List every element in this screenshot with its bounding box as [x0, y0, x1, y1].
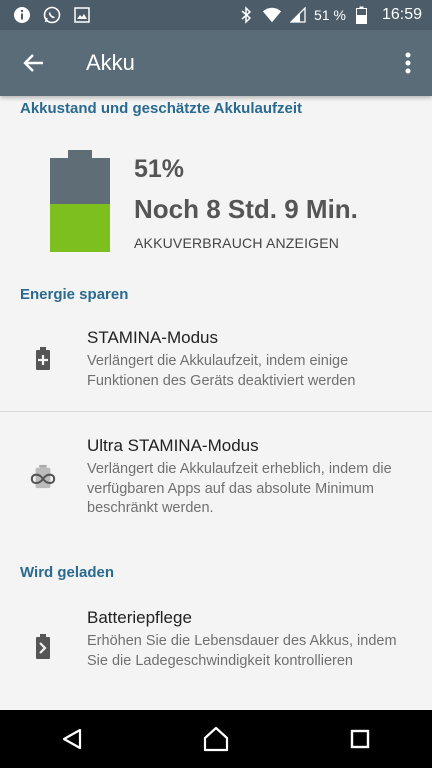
app-bar: Akku [0, 30, 432, 96]
battery-care-icon [30, 634, 56, 660]
battery-care-summary: Erhöhen Sie die Lebensdauer des Akkus, i… [87, 633, 397, 669]
clock: 16:59 [381, 6, 422, 23]
stamina-mode-title: STAMINA-Modus [87, 328, 218, 347]
back-button[interactable] [0, 30, 68, 96]
battery-section-header: Akkustand und geschätzte Akkulaufzeit [20, 100, 302, 117]
nav-home-icon [203, 726, 229, 752]
battery-remaining-time: Noch 8 Std. 9 Min. [134, 194, 358, 224]
page-title: Akku [86, 50, 135, 75]
signal-icon [288, 5, 308, 25]
more-vert-icon [405, 52, 411, 74]
battery-percent-text: 51 % [314, 7, 346, 23]
battery-fill [50, 204, 110, 252]
info-icon [12, 5, 32, 25]
whatsapp-icon [42, 5, 62, 25]
battery-usage-link[interactable]: AKKUVERBRAUCH ANZEIGEN [134, 235, 358, 251]
battery-plus-icon [30, 346, 56, 372]
charging-section-header: Wird geladen [20, 564, 115, 581]
battery-info: 51% Noch 8 Std. 9 Min. AKKUVERBRAUCH ANZ… [134, 155, 358, 251]
navigation-bar [0, 710, 432, 768]
nav-back-icon [62, 728, 82, 750]
nav-home-button[interactable] [186, 710, 246, 768]
nav-recents-button[interactable] [330, 710, 390, 768]
battery-icon [352, 5, 372, 25]
stamina-mode-item[interactable]: STAMINA-Modus Verlängert die Akkulaufzei… [0, 314, 432, 411]
battery-care-title: Batteriepflege [87, 608, 192, 627]
infinity-battery-icon [30, 464, 56, 490]
ultra-stamina-mode-summary: Verlängert die Akkulaufzeit erheblich, i… [87, 461, 392, 516]
overflow-menu-button[interactable] [384, 30, 432, 96]
battery-level-graphic [50, 150, 110, 257]
battery-percent: 51% [134, 155, 185, 183]
bluetooth-icon [236, 5, 256, 25]
wifi-icon [262, 5, 282, 25]
nav-back-button[interactable] [42, 710, 102, 768]
status-bar: 51 % 16:59 [0, 0, 432, 30]
battery-cap [68, 150, 92, 158]
nav-recents-icon [350, 729, 370, 749]
arrow-back-icon [23, 54, 43, 72]
ultra-stamina-mode-item[interactable]: Ultra STAMINA-Modus Verlängert die Akkul… [0, 412, 432, 530]
image-icon [72, 5, 92, 25]
stamina-mode-summary: Verlängert die Akkulaufzeit, indem einig… [87, 353, 356, 389]
power-section-header: Energie sparen [20, 286, 129, 303]
battery-care-item[interactable]: Batteriepflege Erhöhen Sie die Lebensdau… [0, 592, 432, 702]
ultra-stamina-mode-title: Ultra STAMINA-Modus [87, 436, 259, 455]
